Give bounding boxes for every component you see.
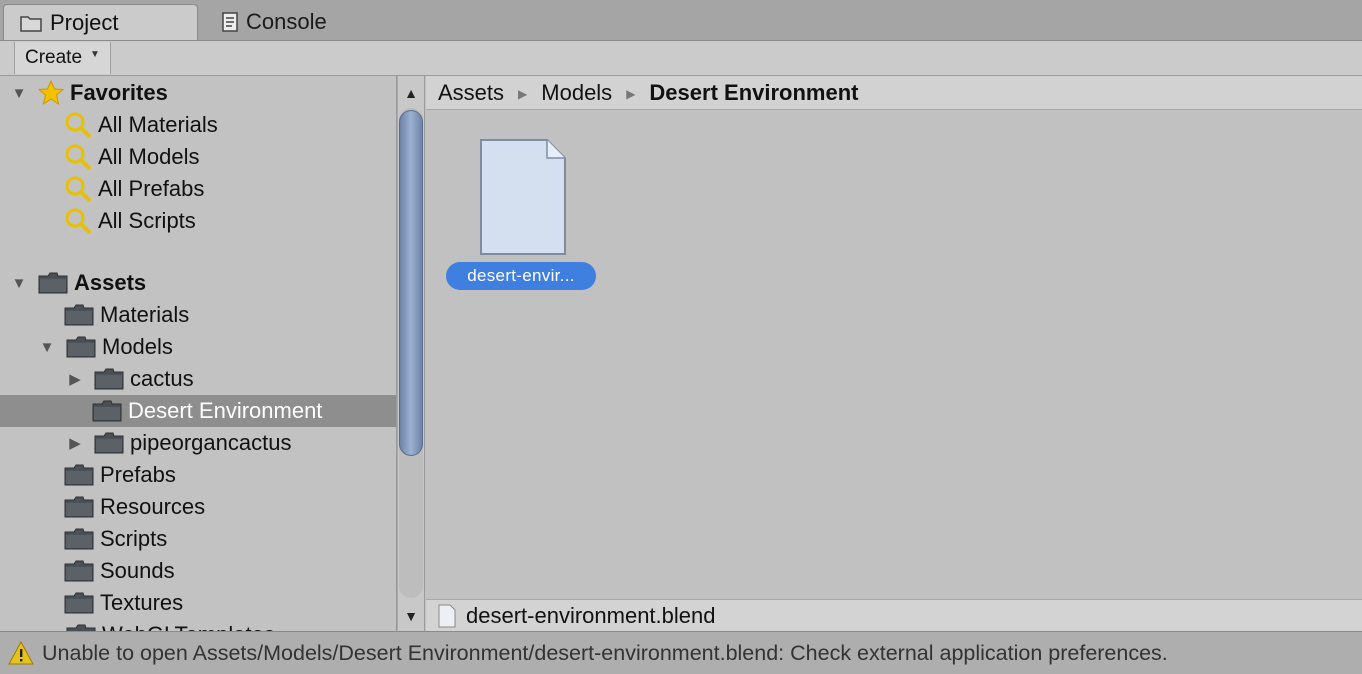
breadcrumb: Assets ▶ Models ▶ Desert Environment: [426, 76, 1362, 110]
search-icon: [64, 111, 92, 139]
document-icon: [479, 138, 567, 261]
tree-item-all-materials[interactable]: All Materials: [0, 109, 396, 141]
folder-icon: [64, 592, 94, 614]
tree-item-label: Assets: [74, 270, 147, 295]
tab-strip: Project Console: [0, 0, 1362, 41]
tree-item-label: All Prefabs: [98, 176, 205, 201]
search-icon: [64, 175, 92, 203]
folder-icon: [64, 560, 94, 582]
asset-browser-pane: Assets ▶ Models ▶ Desert Environment des…: [426, 76, 1362, 631]
console-icon: [222, 12, 238, 32]
selected-file-bar: desert-environment.blend: [426, 599, 1362, 631]
tree-item-assets[interactable]: ▼ Assets: [0, 267, 396, 299]
tree-item-resources[interactable]: Resources: [0, 491, 396, 523]
tree-item-textures[interactable]: Textures: [0, 587, 396, 619]
breadcrumb-separator-icon: ▶: [518, 86, 528, 101]
folder-icon: [66, 624, 96, 631]
breadcrumb-assets[interactable]: Assets: [438, 80, 504, 106]
tree-item-pipeorgancactus[interactable]: ▶ pipeorgancactus: [0, 427, 396, 459]
expanded-triangle-icon[interactable]: ▼: [38, 338, 56, 356]
expanded-triangle-icon[interactable]: ▼: [10, 274, 28, 292]
create-button[interactable]: Create ▼: [14, 42, 111, 74]
tree-item-all-scripts[interactable]: All Scripts: [0, 205, 396, 237]
project-tree: ▼ Favorites All Materials All Models All…: [0, 76, 397, 631]
tree-item-prefabs[interactable]: Prefabs: [0, 459, 396, 491]
toolbar: Create ▼: [0, 41, 1362, 76]
caret-down-icon: ▼: [90, 48, 100, 60]
search-icon: [64, 207, 92, 235]
tree-item-label: Scripts: [100, 526, 168, 551]
collapsed-triangle-icon[interactable]: ▶: [66, 370, 84, 388]
asset-tile[interactable]: desert-envir...: [446, 138, 596, 294]
tree-item-favorites[interactable]: ▼ Favorites: [0, 77, 396, 109]
folder-icon: [20, 14, 42, 32]
breadcrumb-models[interactable]: Models: [541, 80, 612, 106]
tree-item-label: Prefabs: [100, 462, 176, 487]
tab-console-label: Console: [246, 9, 327, 34]
file-icon: [438, 604, 456, 628]
expanded-triangle-icon[interactable]: ▼: [10, 84, 28, 102]
tab-project-label: Project: [50, 9, 119, 35]
tree-item-cactus[interactable]: ▶ cactus: [0, 363, 396, 395]
folder-icon: [94, 432, 124, 454]
tree-item-label: Desert Environment: [128, 398, 323, 423]
folder-icon: [64, 304, 94, 326]
tree-item-sounds[interactable]: Sounds: [0, 555, 396, 587]
tree-item-all-models[interactable]: All Models: [0, 141, 396, 173]
tree-item-scripts[interactable]: Scripts: [0, 523, 396, 555]
collapsed-triangle-icon[interactable]: ▶: [66, 434, 84, 452]
tree-item-all-prefabs[interactable]: All Prefabs: [0, 173, 396, 205]
warning-icon: [8, 641, 34, 665]
folder-icon: [38, 272, 68, 294]
tree-item-label: All Models: [98, 144, 200, 169]
scrollbar-thumb[interactable]: [399, 110, 423, 456]
tree-item-label: Resources: [100, 494, 206, 519]
status-message: Unable to open Assets/Models/Desert Envi…: [42, 640, 1168, 665]
folder-icon: [94, 368, 124, 390]
tree-item-desert-environment[interactable]: Desert Environment: [0, 395, 396, 427]
tab-project[interactable]: Project: [3, 4, 198, 40]
create-button-label: Create: [25, 47, 83, 68]
folder-icon: [64, 496, 94, 518]
tree-item-label: All Scripts: [98, 208, 196, 233]
folder-icon: [64, 464, 94, 486]
tree-item-label: Models: [102, 334, 173, 359]
tree-item-label: All Materials: [98, 112, 218, 137]
tree-scrollbar[interactable]: ▲ ▼: [397, 76, 425, 631]
tree-item-label: Textures: [100, 590, 184, 615]
tab-console[interactable]: Console: [218, 4, 327, 40]
tree-item-materials[interactable]: Materials: [0, 299, 396, 331]
folder-icon: [66, 336, 96, 358]
asset-tile-label: desert-envir...: [446, 262, 596, 290]
selected-file-name: desert-environment.blend: [466, 602, 716, 628]
tree-item-webgltemplates[interactable]: ▼ WebGLTemplates: [0, 619, 396, 631]
scroll-down-arrow-icon[interactable]: ▼: [398, 603, 424, 629]
tree-item-label: WebGLTemplates: [102, 622, 275, 631]
scroll-up-arrow-icon[interactable]: ▲: [398, 80, 424, 106]
breadcrumb-desert-environment[interactable]: Desert Environment: [649, 80, 858, 106]
breadcrumb-separator-icon: ▶: [626, 86, 636, 101]
tree-item-label: Sounds: [100, 558, 175, 583]
status-bar[interactable]: Unable to open Assets/Models/Desert Envi…: [0, 631, 1362, 674]
tree-item-label: cactus: [130, 366, 194, 391]
search-icon: [64, 143, 92, 171]
folder-icon: [92, 400, 122, 422]
tree-item-label: Materials: [100, 302, 190, 327]
star-icon: [38, 80, 64, 106]
folder-icon: [64, 528, 94, 550]
tree-item-label: pipeorgancactus: [130, 430, 292, 455]
tree-item-models[interactable]: ▼ Models: [0, 331, 396, 363]
tree-item-label: Favorites: [70, 80, 168, 105]
